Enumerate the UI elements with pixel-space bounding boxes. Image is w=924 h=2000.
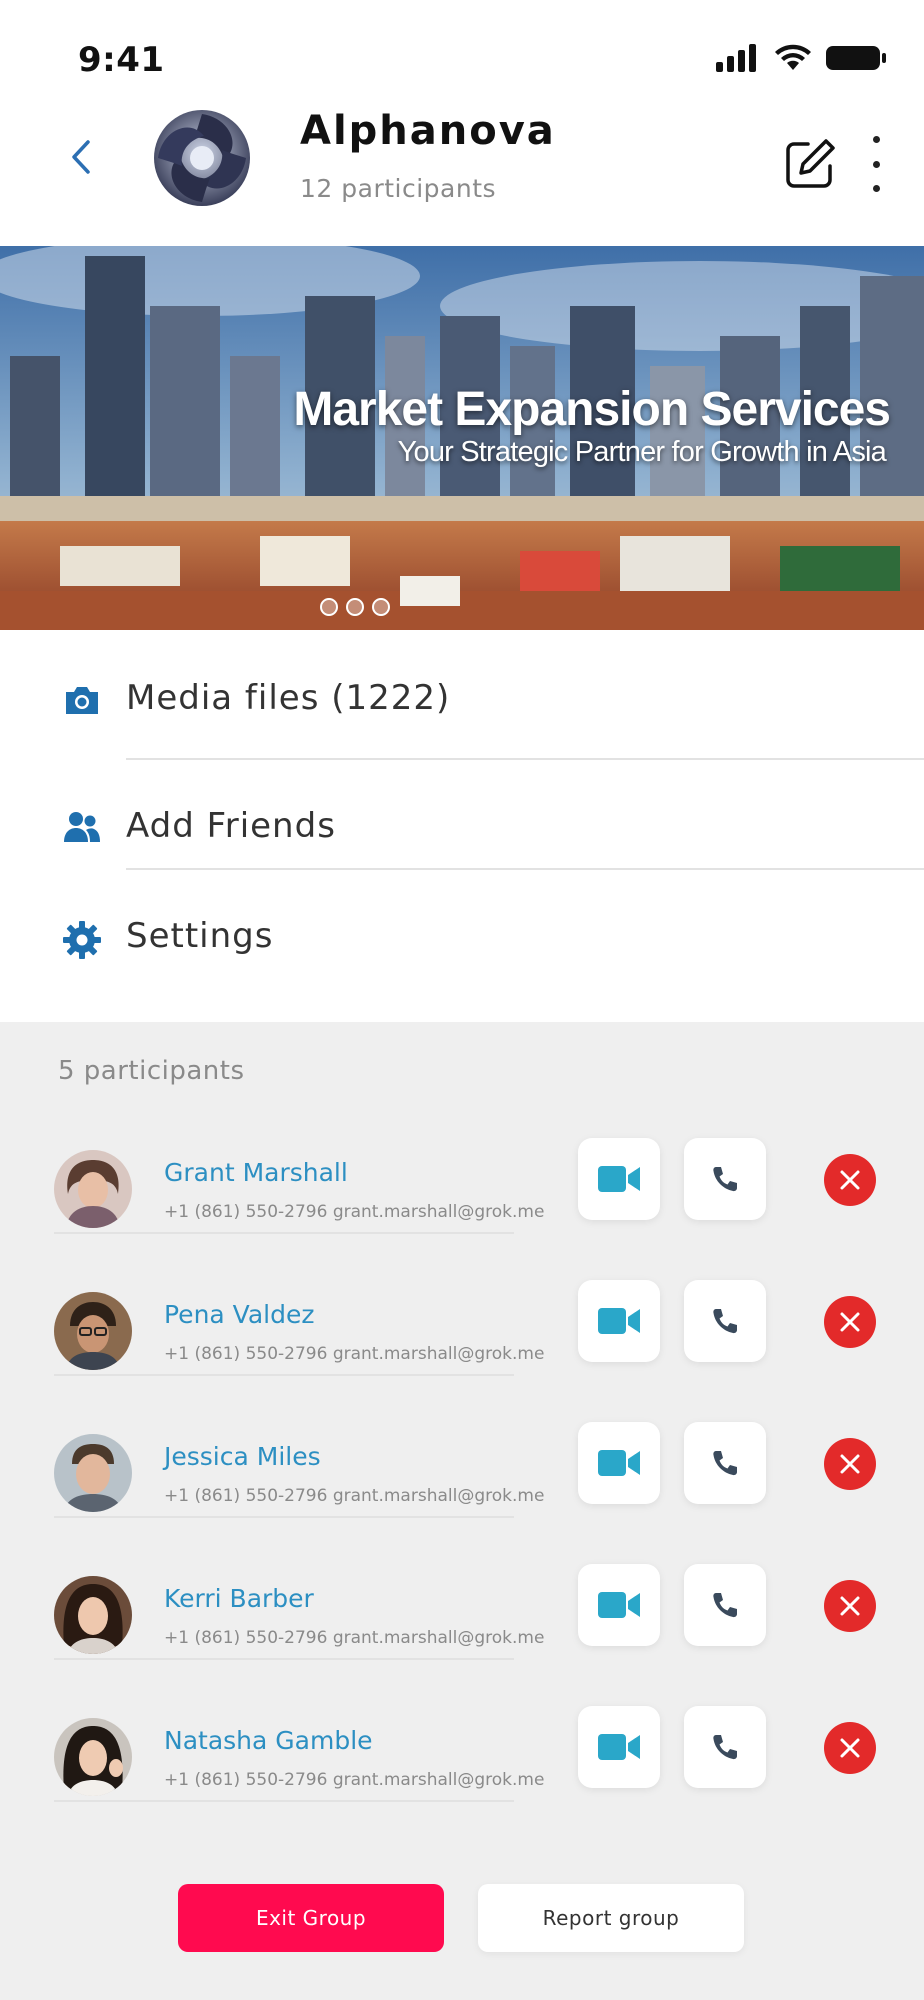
video-camera-icon xyxy=(598,1308,640,1334)
divider xyxy=(54,1800,514,1802)
close-icon xyxy=(840,1596,860,1616)
carousel-dot[interactable] xyxy=(320,598,338,616)
close-icon xyxy=(840,1454,860,1474)
participant-row: Pena Valdez +1 (861) 550-2796 grant.mars… xyxy=(0,1280,924,1434)
video-call-button[interactable] xyxy=(578,1138,660,1220)
video-call-button[interactable] xyxy=(578,1422,660,1504)
phone-icon xyxy=(713,1593,737,1618)
participants-count: 5 participants xyxy=(58,1056,245,1086)
video-call-button[interactable] xyxy=(578,1706,660,1788)
voice-call-button[interactable] xyxy=(684,1138,766,1220)
participant-name[interactable]: Kerri Barber xyxy=(164,1584,314,1613)
remove-participant-button[interactable] xyxy=(824,1296,876,1348)
back-button[interactable] xyxy=(62,136,104,178)
top-header: 9:41 Alphanova 12 participants xyxy=(0,0,924,246)
video-call-button[interactable] xyxy=(578,1564,660,1646)
video-call-button[interactable] xyxy=(578,1280,660,1362)
participant-name[interactable]: Natasha Gamble xyxy=(164,1726,373,1755)
participant-contact: +1 (861) 550-2796 grant.marshall@grok.me xyxy=(164,1344,545,1364)
menu-label-settings: Settings xyxy=(126,916,274,956)
phone-icon xyxy=(713,1735,737,1760)
participant-row: Jessica Miles +1 (861) 550-2796 grant.ma… xyxy=(0,1422,924,1576)
phone-icon xyxy=(713,1309,737,1334)
carousel-dot[interactable] xyxy=(372,598,390,616)
voice-call-button[interactable] xyxy=(684,1280,766,1362)
video-camera-icon xyxy=(598,1450,640,1476)
carousel-dots xyxy=(320,598,390,616)
voice-call-button[interactable] xyxy=(684,1564,766,1646)
remove-participant-button[interactable] xyxy=(824,1722,876,1774)
participant-contact: +1 (861) 550-2796 grant.marshall@grok.me xyxy=(164,1486,545,1506)
avatar[interactable] xyxy=(54,1434,132,1512)
avatar[interactable] xyxy=(54,1718,132,1796)
wifi-icon xyxy=(775,44,811,70)
chevron-left-icon xyxy=(72,140,90,174)
close-icon xyxy=(840,1170,860,1190)
menu-item-settings[interactable]: Settings xyxy=(0,870,924,1000)
divider xyxy=(54,1516,514,1518)
menu-label-add-friends: Add Friends xyxy=(126,806,336,846)
phone-icon xyxy=(713,1167,737,1192)
gear-icon xyxy=(63,921,101,959)
avatar[interactable] xyxy=(54,1292,132,1370)
participant-name[interactable]: Jessica Miles xyxy=(164,1442,321,1471)
menu-item-add-friends[interactable]: Add Friends xyxy=(0,760,924,870)
more-options-icon[interactable] xyxy=(860,136,892,192)
participant-row: Grant Marshall +1 (861) 550-2796 grant.m… xyxy=(0,1138,924,1292)
exit-group-button[interactable]: Exit Group xyxy=(178,1884,444,1952)
users-icon xyxy=(64,812,100,842)
divider xyxy=(54,1232,514,1234)
banner-title: Market Expansion Services xyxy=(293,383,891,436)
remove-participant-button[interactable] xyxy=(824,1580,876,1632)
menu-item-media-files[interactable]: Media files (1222) xyxy=(0,630,924,760)
status-icons xyxy=(716,40,888,76)
avatar[interactable] xyxy=(54,1150,132,1228)
avatar[interactable] xyxy=(54,1576,132,1654)
video-camera-icon xyxy=(598,1592,640,1618)
close-icon xyxy=(840,1312,860,1332)
banner[interactable]: Market Expansion Services Your Strategic… xyxy=(0,246,924,630)
video-camera-icon xyxy=(598,1166,640,1192)
edit-button[interactable] xyxy=(782,136,838,192)
divider xyxy=(54,1658,514,1660)
carousel-dot[interactable] xyxy=(346,598,364,616)
close-icon xyxy=(840,1738,860,1758)
participant-row: Kerri Barber +1 (861) 550-2796 grant.mar… xyxy=(0,1564,924,1718)
voice-call-button[interactable] xyxy=(684,1422,766,1504)
camera-icon xyxy=(66,687,98,714)
voice-call-button[interactable] xyxy=(684,1706,766,1788)
signal-icon xyxy=(716,44,756,72)
remove-participant-button[interactable] xyxy=(824,1438,876,1490)
report-group-button[interactable]: Report group xyxy=(478,1884,744,1952)
divider xyxy=(54,1374,514,1376)
participant-contact: +1 (861) 550-2796 grant.marshall@grok.me xyxy=(164,1202,545,1222)
video-camera-icon xyxy=(598,1734,640,1760)
menu-label-media-files: Media files (1222) xyxy=(126,678,451,718)
participant-count: 12 participants xyxy=(300,174,497,203)
participant-name[interactable]: Pena Valdez xyxy=(164,1300,314,1329)
participant-row: Natasha Gamble +1 (861) 550-2796 grant.m… xyxy=(0,1706,924,1860)
battery-icon xyxy=(826,46,886,70)
remove-participant-button[interactable] xyxy=(824,1154,876,1206)
group-logo xyxy=(150,106,254,210)
group-menu: Media files (1222) Add Friends Settings xyxy=(0,630,924,1022)
participant-contact: +1 (861) 550-2796 grant.marshall@grok.me xyxy=(164,1770,545,1790)
edit-icon xyxy=(786,139,835,188)
participant-contact: +1 (861) 550-2796 grant.marshall@grok.me xyxy=(164,1628,545,1648)
participant-name[interactable]: Grant Marshall xyxy=(164,1158,348,1187)
phone-icon xyxy=(713,1451,737,1476)
status-time: 9:41 xyxy=(78,40,165,80)
banner-subtitle: Your Strategic Partner for Growth in Asi… xyxy=(397,436,887,468)
group-title: Alphanova xyxy=(300,108,556,154)
